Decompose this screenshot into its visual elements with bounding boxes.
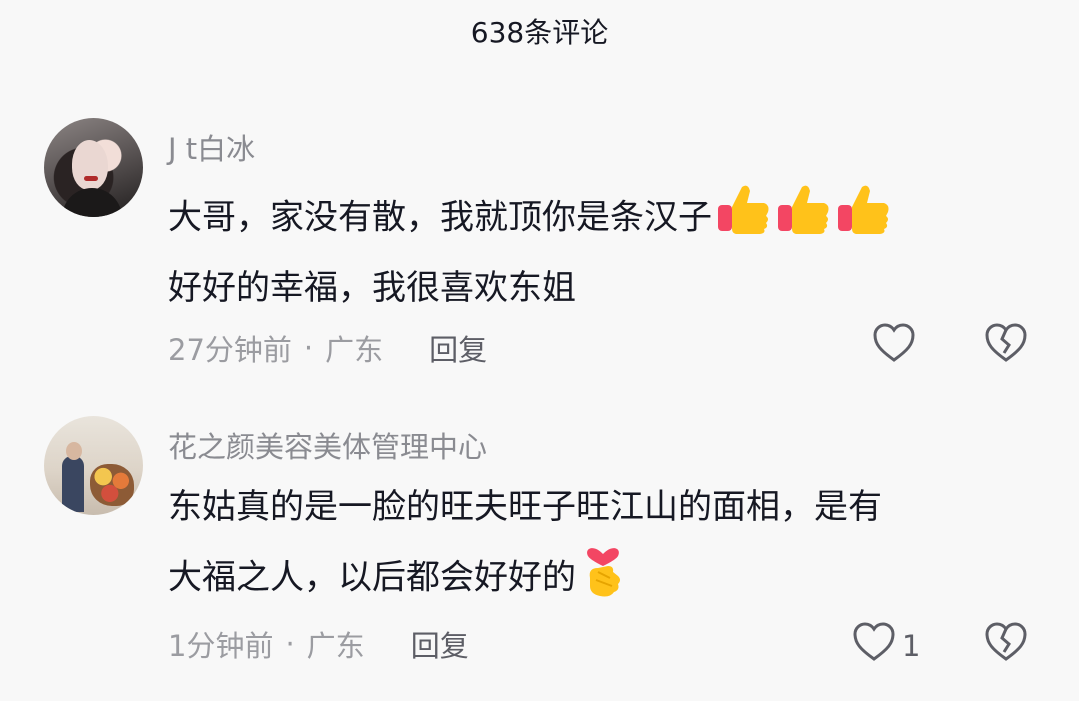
reply-button[interactable]: 回复: [429, 327, 487, 369]
like-button[interactable]: [872, 322, 916, 371]
user-avatar[interactable]: [44, 416, 143, 515]
user-avatar[interactable]: [44, 118, 143, 217]
comment-location: 广东: [325, 333, 384, 367]
comment-username[interactable]: 花之颜美容美体管理中心: [168, 424, 487, 466]
heart-icon: [852, 621, 896, 670]
comment-count-title: 638条评论: [470, 16, 609, 49]
meta-separator: ·: [303, 331, 314, 365]
like-button[interactable]: 1: [852, 621, 920, 670]
comment-meta: 1分钟前 · 广东 回复: [168, 623, 469, 665]
broken-heart-icon: [984, 622, 1028, 667]
comment-text: 东姑真的是一脸的旺夫旺子旺江山的面相，是有 大福之人，以后都会好好的: [168, 476, 1038, 620]
thumbs-up-icon: [836, 181, 892, 257]
comment-text-line: 好好的幸福，我很喜欢东姐: [168, 268, 576, 308]
comment-text-line: 大哥，家没有散，我就顶你是条汉子: [168, 197, 712, 238]
dislike-button[interactable]: [984, 322, 1028, 368]
broken-heart-icon: [984, 323, 1028, 368]
comment-time: 27分钟前: [168, 333, 292, 367]
reply-button[interactable]: 回复: [411, 623, 469, 665]
dislike-button[interactable]: [984, 621, 1028, 667]
comment-meta: 27分钟前 · 广东 回复: [168, 327, 487, 369]
heart-icon: [872, 322, 916, 371]
thumbs-up-icon: [716, 181, 772, 257]
comment-text: 大哥，家没有散，我就顶你是条汉子 好好的幸福，我很喜欢东姐: [168, 181, 1038, 319]
meta-separator: ·: [285, 627, 295, 661]
comment-username[interactable]: J t白冰: [168, 126, 255, 168]
thumbs-up-icon: [776, 181, 832, 257]
comment-time: 1分钟前: [168, 629, 274, 663]
finger-heart-icon: [580, 538, 626, 620]
comment-location: 广东: [306, 629, 365, 663]
comment-text-line: 大福之人，以后都会好好的: [168, 557, 576, 598]
comment-text-line: 东姑真的是一脸的旺夫旺子旺江山的面相，是有: [168, 487, 882, 527]
like-count: 1: [902, 628, 921, 663]
